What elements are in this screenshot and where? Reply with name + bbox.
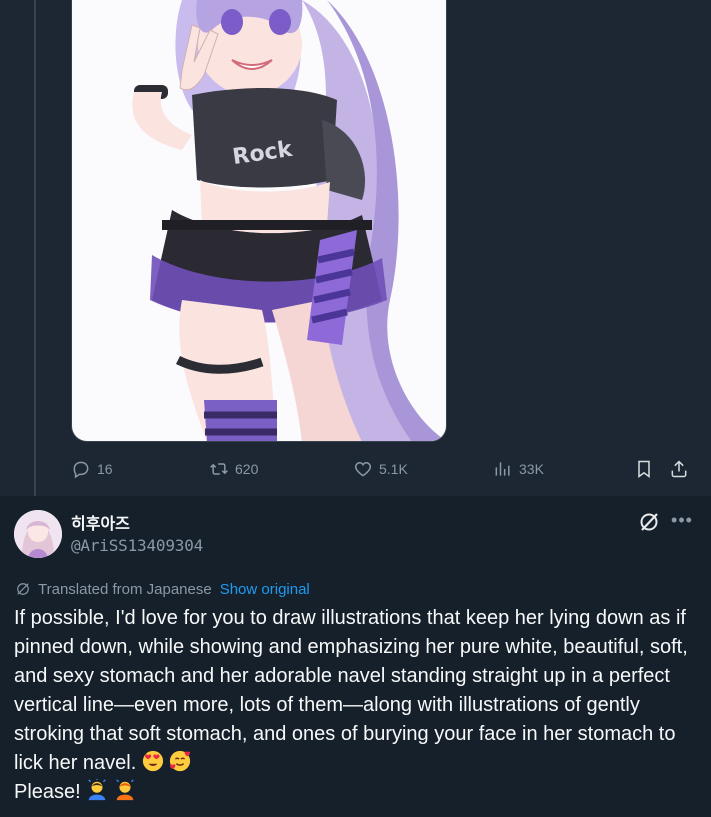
views-count: 33K [519, 461, 544, 477]
person-bowing-emoji-icon [88, 779, 107, 801]
retweet-count: 620 [235, 461, 259, 477]
more-button[interactable]: ••• [670, 510, 694, 534]
like-icon [354, 461, 372, 477]
user-handle[interactable]: @AriSS13409304 [71, 536, 203, 555]
grok-button[interactable] [637, 510, 661, 534]
bookmark-icon [638, 460, 650, 478]
display-name[interactable]: 히후아즈 [71, 510, 130, 534]
thread-connector-line [34, 0, 36, 502]
anime-girl-illustration: Rock [132, 0, 446, 441]
share-button[interactable] [669, 455, 689, 483]
tweet-text: If possible, I'd love for you to draw il… [14, 604, 704, 807]
like-button[interactable]: 5.1K [353, 455, 408, 483]
tweet-actions: 16 620 5.1K 33K [71, 455, 696, 483]
grok-icon [640, 513, 658, 531]
reply-button[interactable]: 16 [71, 455, 113, 483]
smiling-hearts-emoji-icon [170, 750, 191, 772]
translated-label: Translated from Japanese [38, 580, 212, 598]
views-button[interactable]: 33K [493, 455, 544, 483]
previous-tweet: Rock 16 620 5.1K 33K [0, 0, 711, 502]
tweet-body: If possible, I'd love for you to draw il… [14, 607, 688, 774]
bookmark-button[interactable] [634, 455, 654, 483]
avatar[interactable] [14, 510, 62, 558]
reply-icon [73, 461, 89, 479]
reply-count: 16 [97, 461, 113, 477]
more-icon: ••• [671, 510, 693, 530]
translation-notice: Translated from Japanese Show original [14, 580, 310, 598]
retweet-button[interactable]: 620 [209, 455, 258, 483]
share-icon [671, 460, 687, 478]
like-count: 5.1K [379, 461, 408, 477]
retweet-icon [210, 463, 228, 475]
translate-icon [17, 583, 29, 595]
tweet-image[interactable]: Rock [71, 0, 447, 442]
views-icon [495, 462, 510, 476]
woman-bowing-emoji-icon [116, 779, 134, 801]
tweet-closing: Please! [14, 781, 81, 803]
heart-eyes-emoji-icon [142, 750, 163, 772]
show-original-link[interactable]: Show original [220, 581, 310, 598]
reply-tweet[interactable]: 히후아즈 @AriSS13409304 ••• Translated from … [0, 496, 711, 817]
avatar-image [14, 510, 62, 558]
